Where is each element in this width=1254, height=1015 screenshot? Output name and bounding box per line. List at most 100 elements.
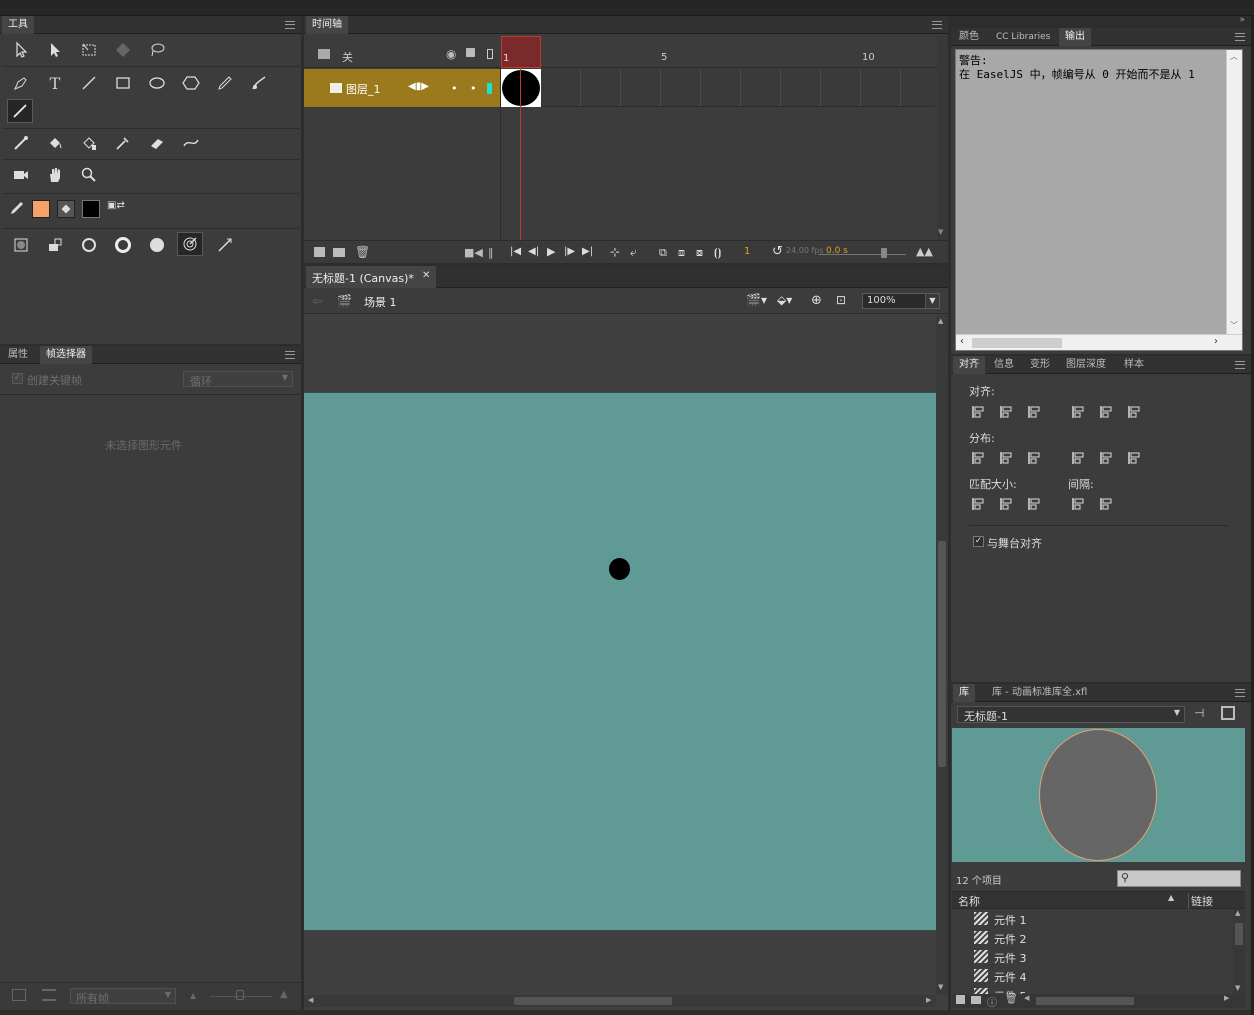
space-horizontal-icon[interactable]	[1099, 496, 1115, 512]
align-bottom-icon[interactable]	[1127, 404, 1143, 420]
onion-outline-icon[interactable]: ⧈	[678, 246, 685, 260]
timeline-zoom-handle[interactable]	[881, 248, 887, 258]
tab-layer-depth[interactable]: 图层深度	[1060, 356, 1112, 374]
tab-standard-library[interactable]: 库 - 动画标准库全.xfl	[986, 684, 1093, 702]
tab-output[interactable]: 输出	[1059, 28, 1091, 46]
panel-menu-icon[interactable]	[1235, 33, 1245, 41]
col-name-header[interactable]: 名称	[958, 893, 980, 909]
zoom-tool-icon[interactable]	[76, 163, 102, 187]
tab-frame-picker[interactable]: 帧选择器	[40, 346, 92, 364]
brush-shape-icon[interactable]	[144, 233, 170, 257]
object-drawing-icon[interactable]	[8, 233, 34, 257]
close-icon[interactable]: ✕	[422, 270, 430, 281]
zoom-toggle-icon[interactable]: ▲▲	[916, 245, 933, 258]
ink-bottle-tool-icon[interactable]	[76, 131, 102, 155]
library-v-thumb[interactable]	[1235, 923, 1243, 945]
sort-arrow-icon[interactable]: ▲	[1168, 893, 1174, 902]
lock-dot[interactable]: •	[470, 82, 477, 95]
space-vertical-icon[interactable]	[1071, 496, 1087, 512]
bone-tool-icon[interactable]	[8, 131, 34, 155]
camera-tool-icon[interactable]	[8, 163, 34, 187]
camera-toggle-icon[interactable]: ■◀	[464, 246, 483, 259]
panel-menu-icon[interactable]	[285, 21, 295, 29]
back-arrow-icon[interactable]: ⇦	[312, 294, 322, 308]
output-h-scrollbar[interactable]: ‹ ›	[956, 334, 1242, 350]
prev-frame-icon[interactable]: ◀|	[528, 246, 539, 257]
stage-vertical-scrollbar[interactable]: ▲ ▼	[936, 315, 948, 995]
properties-icon[interactable]: ⓘ	[987, 994, 997, 1009]
edit-multiple-icon[interactable]: ⧇	[696, 246, 703, 260]
oval-tool-icon[interactable]	[144, 71, 170, 95]
loop-select[interactable]: 循环 ▼	[183, 371, 293, 388]
align-left-icon[interactable]	[971, 404, 987, 420]
library-search-input[interactable]: ⚲	[1117, 870, 1241, 887]
timeline-zoom-slider[interactable]	[818, 254, 906, 255]
paint-bucket-tool-icon[interactable]	[42, 131, 68, 155]
panel-menu-icon[interactable]	[1235, 361, 1245, 369]
col-link-header[interactable]: 链接	[1188, 893, 1213, 909]
library-item[interactable]: 元件 5	[952, 985, 1233, 994]
new-folder-icon[interactable]	[333, 248, 345, 257]
lasso-tool-icon[interactable]	[144, 38, 170, 62]
selection-tool-icon[interactable]	[8, 38, 34, 62]
free-transform-tool-icon[interactable]	[76, 38, 102, 62]
tab-timeline[interactable]: 时间轴	[306, 16, 348, 34]
collapse-panels-icon[interactable]: »	[1239, 15, 1245, 25]
match-both-icon[interactable]	[1027, 496, 1043, 512]
distribute-left-icon[interactable]	[1071, 450, 1087, 466]
tab-color[interactable]: 颜色	[953, 28, 985, 46]
lock-icon[interactable]	[466, 48, 475, 57]
tilt-icon[interactable]	[212, 233, 238, 257]
eyedropper-tool-icon[interactable]	[110, 131, 136, 155]
lock-fill-icon[interactable]	[42, 233, 68, 257]
last-frame-icon[interactable]: ▶|	[582, 246, 593, 257]
panel-menu-icon[interactable]	[285, 351, 295, 359]
pressure-icon[interactable]	[177, 232, 203, 256]
3d-rotation-tool-icon[interactable]	[110, 38, 136, 62]
modify-markers-icon[interactable]: ⦗⦘	[714, 246, 721, 260]
document-tab[interactable]: 无标题-1 (Canvas)* ✕	[306, 266, 436, 288]
subselection-tool-icon[interactable]	[42, 38, 68, 62]
onion-skin-icon[interactable]: ⧉	[659, 246, 667, 260]
layer-name[interactable]: 图层_1	[346, 81, 381, 97]
brush-size-medium-icon[interactable]	[110, 233, 136, 257]
create-keyframe-checkbox[interactable]: ✓	[12, 373, 23, 384]
scene-label[interactable]: 场景 1	[364, 294, 397, 310]
library-item-list[interactable]: 元件 1 元件 2 元件 3 元件 4元件 5	[952, 909, 1233, 994]
new-library-panel-icon[interactable]	[1221, 706, 1235, 720]
frame-grid[interactable]	[501, 69, 935, 107]
output-h-thumb[interactable]	[972, 338, 1062, 348]
hand-tool-icon[interactable]	[42, 163, 68, 187]
brush-size-small-icon[interactable]	[76, 233, 102, 257]
edit-scene-icon[interactable]: 🎬▾	[746, 293, 767, 307]
center-stage-icon[interactable]: ⊕	[811, 293, 822, 308]
outline-icon[interactable]	[487, 49, 493, 59]
v-scroll-thumb[interactable]	[938, 541, 946, 767]
zoom-out-icon[interactable]: ▲	[190, 991, 196, 1000]
visibility-dot[interactable]: •	[451, 82, 458, 95]
eraser-tool-icon[interactable]	[144, 131, 170, 155]
tab-cc-libraries[interactable]: CC Libraries	[990, 28, 1056, 46]
layer-row[interactable]: 图层_1 ◀▮▶ • •	[304, 69, 500, 107]
library-item[interactable]: 元件 1	[952, 909, 1233, 928]
pin-library-icon[interactable]: ⊣	[1194, 706, 1204, 720]
rectangle-tool-icon[interactable]	[110, 71, 136, 95]
zoom-select[interactable]: 100% ▼	[862, 293, 940, 309]
new-layer-icon[interactable]	[314, 247, 325, 257]
parenting-icon[interactable]: ‖	[488, 246, 494, 259]
distribute-top-icon[interactable]	[971, 450, 987, 466]
polystar-tool-icon[interactable]	[178, 71, 204, 95]
delete-icon[interactable]: 🗑	[1005, 994, 1018, 1005]
grid-view-icon[interactable]	[12, 989, 26, 1001]
panel-menu-icon[interactable]	[1235, 689, 1245, 697]
panel-menu-icon[interactable]	[932, 21, 942, 29]
library-item[interactable]: 元件 4	[952, 966, 1233, 985]
center-frame-icon[interactable]: ⊹	[610, 245, 620, 259]
next-frame-icon[interactable]: |▶	[564, 246, 575, 257]
align-hcenter-icon[interactable]	[999, 404, 1015, 420]
layer-color-square[interactable]	[487, 83, 492, 94]
align-to-stage-checkbox[interactable]: ✓	[973, 536, 984, 547]
text-tool-icon[interactable]: T	[42, 71, 68, 95]
line-tool-icon[interactable]	[76, 71, 102, 95]
play-icon[interactable]: ▶	[547, 245, 555, 258]
